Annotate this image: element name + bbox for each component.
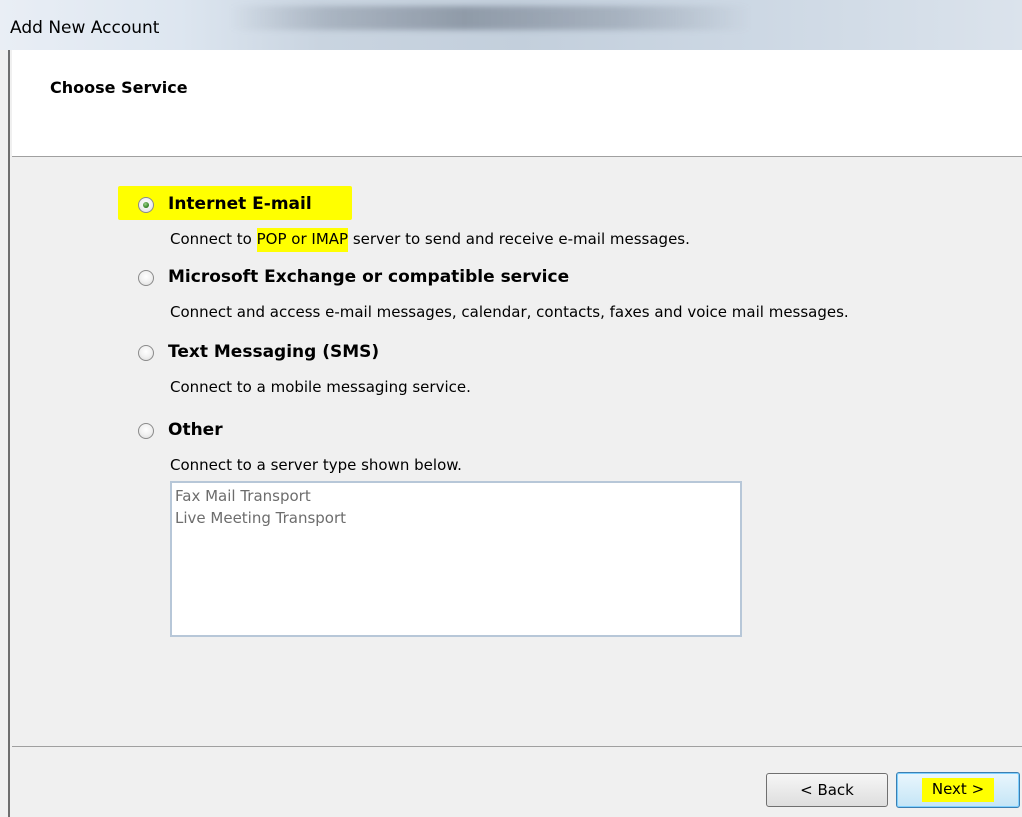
title-bar: Add New Account — [0, 0, 1022, 50]
next-button-label: Next > — [921, 778, 995, 802]
option-description: Connect to a mobile messaging service. — [170, 378, 471, 396]
highlighted-text: POP or IMAP — [256, 228, 349, 252]
next-button[interactable]: Next > — [896, 772, 1020, 808]
window-title: Add New Account — [10, 18, 160, 38]
radio-other[interactable] — [138, 423, 154, 439]
option-label: Microsoft Exchange or compatible service — [168, 267, 570, 287]
service-options: Internet E-mail Connect to POP or IMAP s… — [10, 157, 1022, 797]
option-label: Internet E-mail — [168, 194, 312, 214]
option-label: Other — [168, 420, 223, 440]
option-label: Text Messaging (SMS) — [168, 342, 380, 362]
page-title: Choose Service — [50, 78, 188, 97]
list-item[interactable]: Live Meeting Transport — [175, 507, 737, 529]
radio-text-messaging[interactable] — [138, 345, 154, 361]
blurred-toolbar — [230, 6, 750, 30]
back-button-label: < Back — [800, 781, 854, 799]
option-description: Connect and access e-mail messages, cale… — [170, 303, 849, 321]
back-button[interactable]: < Back — [766, 773, 888, 807]
option-description: Connect to POP or IMAP server to send an… — [170, 228, 690, 252]
dialog-header: Choose Service — [12, 50, 1022, 157]
dialog: Choose Service Internet E-mail Connect t… — [8, 50, 1022, 817]
option-description: Connect to a server type shown below. — [170, 456, 462, 474]
radio-microsoft-exchange[interactable] — [138, 270, 154, 286]
list-item[interactable]: Fax Mail Transport — [175, 485, 737, 507]
radio-internet-email[interactable] — [138, 197, 154, 213]
footer-divider — [12, 746, 1022, 747]
server-type-listbox[interactable]: Fax Mail Transport Live Meeting Transpor… — [170, 481, 742, 637]
